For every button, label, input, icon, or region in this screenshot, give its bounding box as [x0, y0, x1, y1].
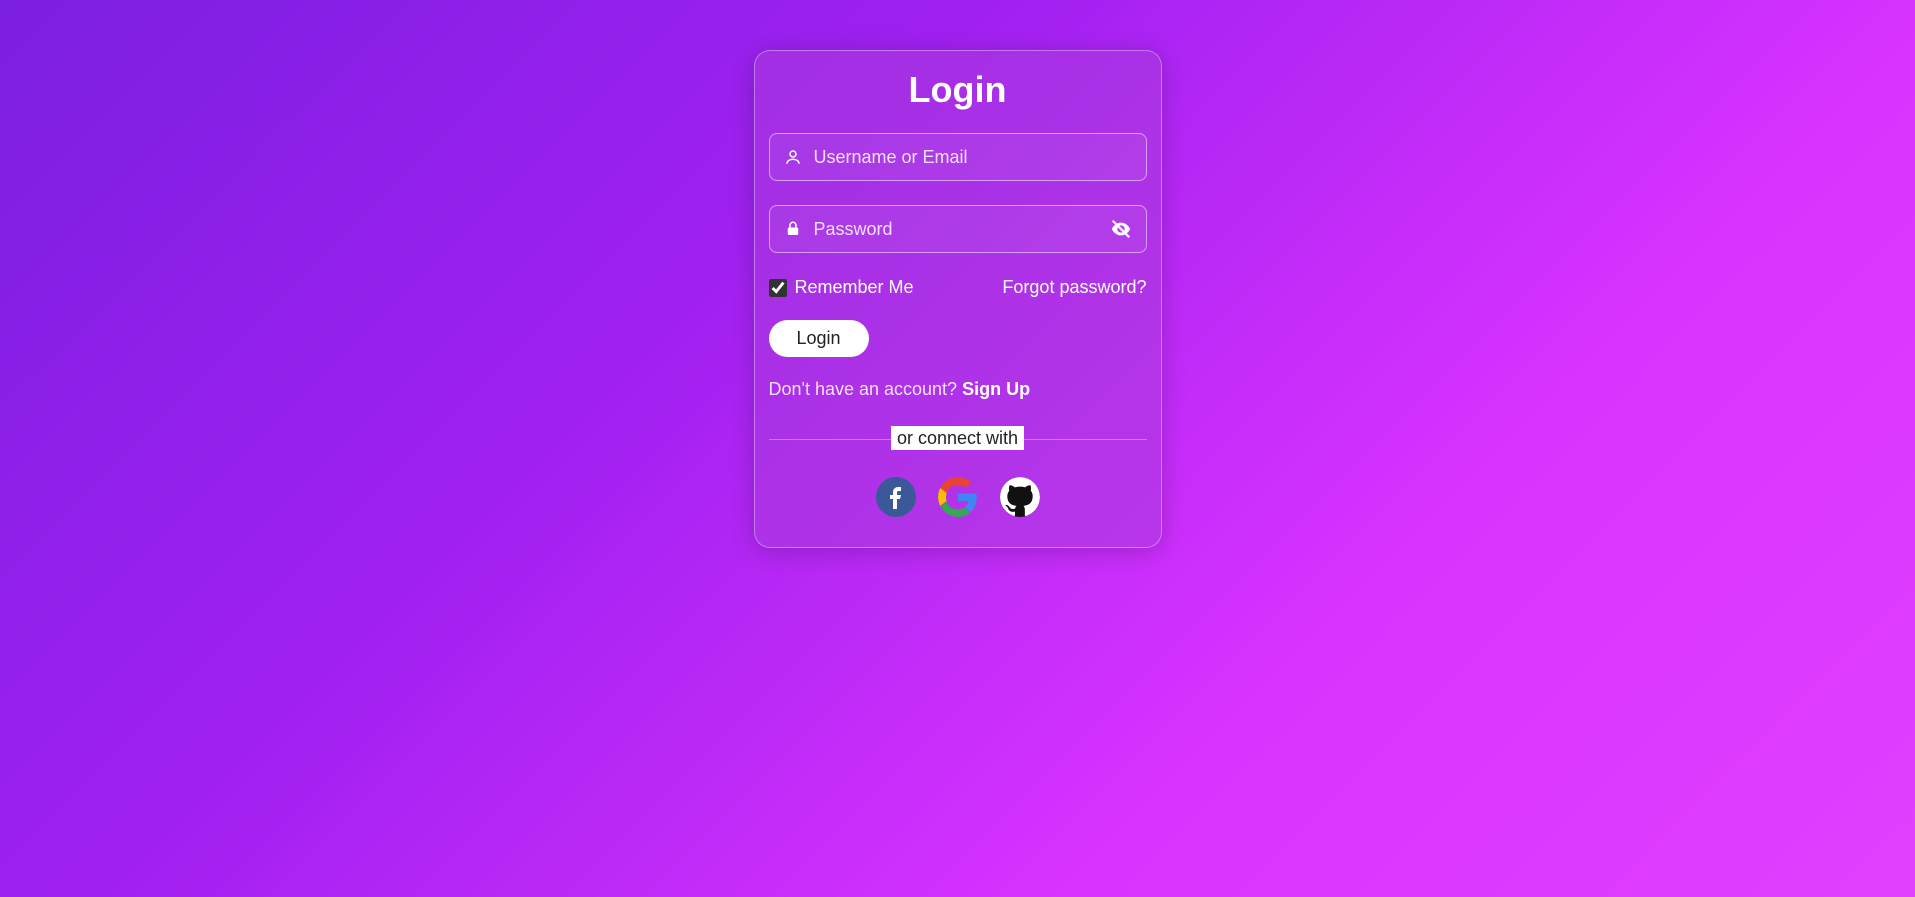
social-login-row [769, 477, 1147, 517]
password-input[interactable] [814, 219, 1110, 240]
eye-off-icon [1110, 218, 1132, 240]
password-field-wrap[interactable] [769, 205, 1147, 253]
login-card: Login [754, 50, 1162, 548]
divider-text: or connect with [891, 426, 1024, 450]
remember-me-checkbox[interactable] [769, 279, 787, 297]
login-button[interactable]: Login [769, 320, 869, 357]
remember-me-label[interactable]: Remember Me [769, 277, 914, 298]
username-field-wrap[interactable] [769, 133, 1147, 181]
facebook-login-button[interactable] [876, 477, 916, 517]
signup-prefix: Don't have an account? [769, 379, 963, 399]
github-login-button[interactable] [1000, 477, 1040, 517]
divider: or connect with [769, 428, 1147, 449]
options-row: Remember Me Forgot password? [769, 277, 1147, 298]
toggle-password-visibility-button[interactable] [1110, 218, 1132, 240]
github-icon [1000, 477, 1040, 517]
page-title: Login [769, 69, 1147, 111]
signup-text: Don't have an account? Sign Up [769, 379, 1147, 400]
lock-icon [784, 220, 802, 238]
user-icon [784, 148, 802, 166]
forgot-password-link[interactable]: Forgot password? [1002, 277, 1146, 298]
google-login-button[interactable] [938, 477, 978, 517]
signup-link[interactable]: Sign Up [962, 379, 1030, 399]
username-input[interactable] [814, 147, 1132, 168]
facebook-icon [876, 477, 916, 517]
google-icon [938, 477, 978, 517]
remember-me-text: Remember Me [795, 277, 914, 298]
